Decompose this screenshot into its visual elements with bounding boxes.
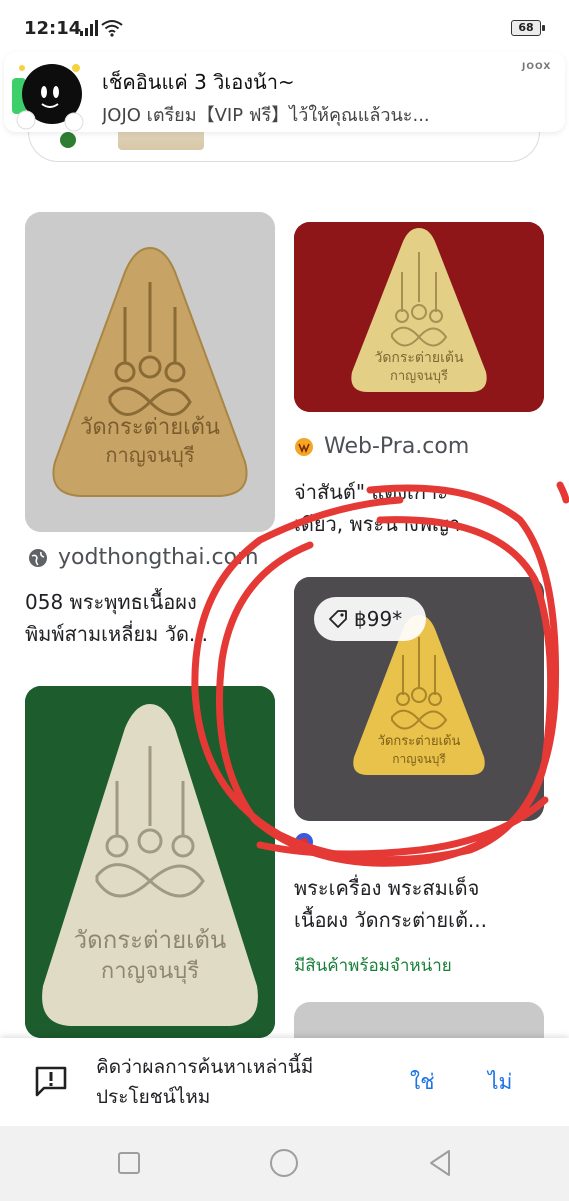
notification-app-name: JOOX xyxy=(522,62,552,72)
result-source-3[interactable] xyxy=(294,832,324,852)
globe-icon xyxy=(28,548,48,568)
price-badge: ฿99* xyxy=(314,597,426,641)
feedback-icon xyxy=(34,1064,68,1098)
amulet-inscription-7: วัดกระต่ายเต้น xyxy=(378,734,461,749)
amulet-inscription-5: วัดกระต่ายเต้น xyxy=(374,350,464,366)
amulet-inscription-4: กาญจนบุรี xyxy=(101,959,199,984)
result-title-1[interactable]: 058 พระพุทธเนื้อผง พิมพ์สามเหลี่ยม วัด..… xyxy=(25,586,275,650)
result-image-3[interactable]: วัดกระต่ายเต้น กาญจนบุรี xyxy=(25,686,275,1038)
feedback-bar: คิดว่าผลการค้นหาเหล่านี้มีประโยชน์ไหม ใช… xyxy=(0,1038,569,1126)
result-source-label-2: Web-Pra.com xyxy=(324,434,470,459)
result-title-2-line-1: จ่าสันต์" แดงเกาะ xyxy=(294,480,448,504)
result-source-label-1: yodthongthai.com xyxy=(58,545,259,570)
result-title-1-line-1: 058 พระพุทธเนื้อผง xyxy=(25,590,197,614)
result-title-2-line-2: เดียว, พระนางพญา xyxy=(294,512,461,536)
amulet-inscription-8: กาญจนบุรี xyxy=(392,752,446,767)
result-title-1-line-2: พิมพ์สามเหลี่ยม วัด... xyxy=(25,622,208,646)
result-image-1[interactable]: วัดกระต่ายเต้น กาญจนบุรี xyxy=(25,212,275,532)
result-title-3[interactable]: พระเครื่อง พระสมเด็จ เนื้อผง วัดกระต่ายเ… xyxy=(294,872,544,936)
home-icon[interactable] xyxy=(267,1146,301,1180)
amulet-inscription-3: วัดกระต่ายเต้น xyxy=(74,926,227,954)
notification-title: เช็คอินแค่ 3 วิเองน้า~ xyxy=(102,70,295,94)
result-source-1[interactable]: yodthongthai.com xyxy=(28,545,259,570)
result-title-3-line-2: เนื้อผง วัดกระต่ายเต้... xyxy=(294,908,488,932)
navigation-bar xyxy=(0,1126,569,1201)
signal-icon xyxy=(80,20,100,36)
feedback-no-button[interactable]: ไม่ xyxy=(488,1066,512,1099)
feedback-yes-button[interactable]: ใช่ xyxy=(410,1066,435,1099)
result-title-2[interactable]: จ่าสันต์" แดงเกาะ เดียว, พระนางพญา xyxy=(294,476,544,540)
tag-icon xyxy=(328,609,348,629)
result-source-2[interactable]: Web-Pra.com xyxy=(294,434,469,459)
search-result-icon xyxy=(60,132,76,148)
battery-indicator: 68 xyxy=(511,20,545,36)
stock-status: มีสินค้าพร้อมจำหน่าย xyxy=(294,956,452,976)
result-title-3-line-1: พระเครื่อง พระสมเด็จ xyxy=(294,876,480,900)
feedback-question: คิดว่าผลการค้นหาเหล่านี้มีประโยชน์ไหม xyxy=(96,1056,314,1108)
shop-logo-icon xyxy=(294,832,314,852)
app-avatar-icon xyxy=(12,58,90,132)
web-pra-logo-icon xyxy=(294,437,314,457)
result-image-2[interactable]: วัดกระต่ายเต้น กาญจนบุรี xyxy=(294,222,544,412)
status-bar: 12:14 68 xyxy=(0,0,569,56)
status-time: 12:14 xyxy=(24,18,82,39)
back-icon[interactable] xyxy=(423,1146,457,1180)
notification-banner[interactable]: เช็คอินแค่ 3 วิเองน้า~ JOJO เตรียม【VIP ฟ… xyxy=(4,52,565,132)
amulet-inscription-2: กาญจนบุรี xyxy=(105,443,194,468)
recents-icon[interactable] xyxy=(112,1146,146,1180)
wifi-icon xyxy=(101,19,123,37)
amulet-inscription-6: กาญจนบุรี xyxy=(390,368,448,384)
price-label: ฿99* xyxy=(354,607,403,631)
notification-body: JOJO เตรียม【VIP ฟรี】ไว้ให้คุณแล้วนะ... xyxy=(102,105,430,126)
amulet-inscription-1: วัดกระต่ายเต้น xyxy=(80,415,220,440)
